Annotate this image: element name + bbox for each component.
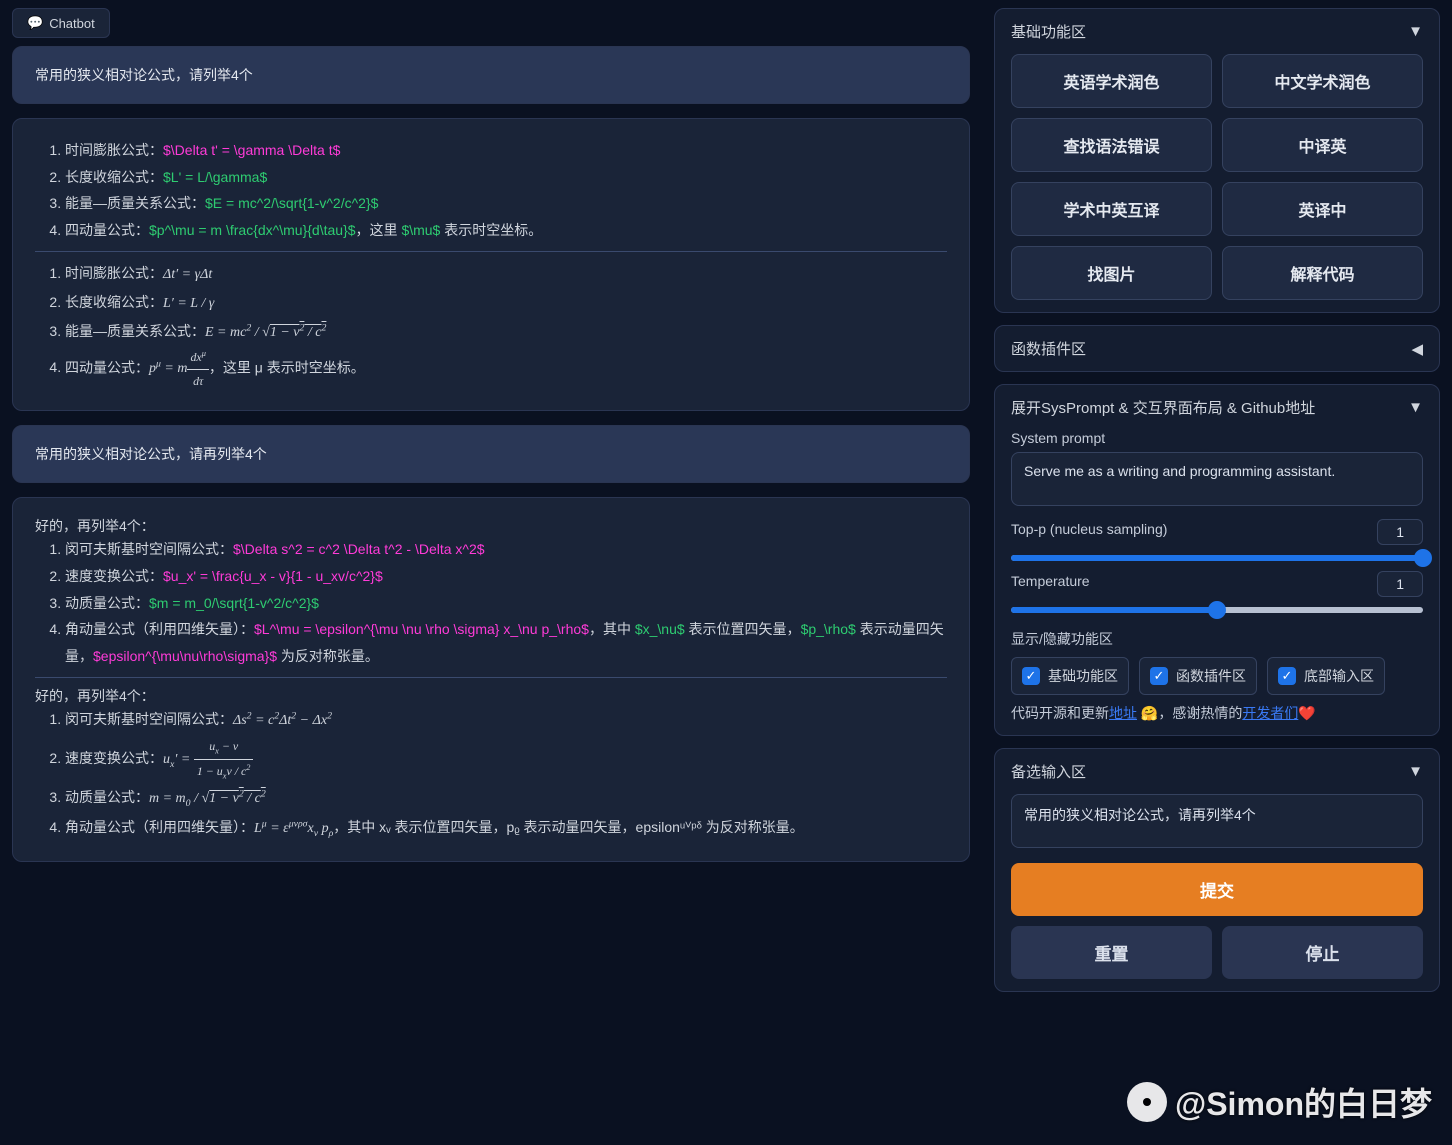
fn-en-to-zh[interactable]: 英译中 [1222, 182, 1423, 236]
check-plugin[interactable]: ✓函数插件区 [1139, 657, 1257, 695]
divider [35, 251, 947, 252]
basic-title: 基础功能区 [1011, 21, 1086, 42]
plugin-title: 函数插件区 [1011, 338, 1086, 359]
basic-header[interactable]: 基础功能区 ▼ [1011, 21, 1423, 42]
tab-label: Chatbot [49, 16, 95, 31]
check-basic[interactable]: ✓基础功能区 [1011, 657, 1129, 695]
temperature-slider: Temperature 1 [1011, 571, 1423, 613]
fn-grammar-check[interactable]: 查找语法错误 [1011, 118, 1212, 172]
footer-credits: 代码开源和更新地址 🤗，感谢热情的开发者们❤️ [1011, 703, 1423, 723]
user-message: 常用的狭义相对论公式，请再列举4个 [12, 425, 970, 483]
rendered-list: 闵可夫斯基时空间隔公式：Δs2 = c2Δt2 − Δx2 速度变换公式：ux′… [35, 706, 947, 843]
watermark: @Simon的白日梦 [1127, 1079, 1432, 1125]
basic-section: 基础功能区 ▼ 英语学术润色 中文学术润色 查找语法错误 中译英 学术中英互译 … [994, 8, 1440, 313]
submit-button[interactable]: 提交 [1011, 863, 1423, 916]
plugin-section: 函数插件区 ◀ [994, 325, 1440, 372]
user-message: 常用的狭义相对论公式，请列举4个 [12, 46, 970, 104]
checkbox-icon: ✓ [1150, 667, 1168, 685]
weibo-icon [1127, 1082, 1167, 1122]
temperature-label: Temperature [1011, 573, 1090, 589]
sysprompt-header[interactable]: 展开SysPrompt & 交互界面布局 & Github地址 ▼ [1011, 397, 1423, 418]
chevron-down-icon: ▼ [1408, 763, 1423, 780]
assistant-message: 时间膨胀公式：$\Delta t' = \gamma \Delta t$ 长度收… [12, 118, 970, 411]
checkbox-icon: ✓ [1022, 667, 1040, 685]
temperature-value[interactable]: 1 [1377, 571, 1423, 597]
fn-academic-trans[interactable]: 学术中英互译 [1011, 182, 1212, 236]
fn-chinese-polish[interactable]: 中文学术润色 [1222, 54, 1423, 108]
top-p-value[interactable]: 1 [1377, 519, 1423, 545]
chat-panel: 💬 Chatbot 常用的狭义相对论公式，请列举4个 时间膨胀公式：$\Delt… [0, 0, 982, 1145]
check-bottom-input[interactable]: ✓底部输入区 [1267, 657, 1385, 695]
chevron-down-icon: ▼ [1408, 23, 1423, 40]
system-prompt-label: System prompt [1011, 430, 1423, 446]
chat-icon: 💬 [27, 15, 43, 31]
alt-input-section: 备选输入区 ▼ 提交 重置 停止 [994, 748, 1440, 992]
user-text: 常用的狭义相对论公式，请再列举4个 [35, 446, 267, 462]
plugin-header[interactable]: 函数插件区 ◀ [1011, 338, 1423, 359]
user-text: 常用的狭义相对论公式，请列举4个 [35, 67, 253, 83]
top-p-slider: Top-p (nucleus sampling) 1 [1011, 519, 1423, 561]
repo-link[interactable]: 地址 [1109, 705, 1137, 721]
divider [35, 677, 947, 678]
toggle-checks: ✓基础功能区 ✓函数插件区 ✓底部输入区 [1011, 657, 1423, 695]
chevron-left-icon: ◀ [1411, 340, 1423, 358]
alt-input-title: 备选输入区 [1011, 761, 1086, 782]
intro: 好的，再列举4个： [35, 516, 947, 536]
checkbox-icon: ✓ [1278, 667, 1296, 685]
devs-link[interactable]: 开发者们 [1242, 705, 1298, 721]
toggles-label: 显示/隐藏功能区 [1011, 629, 1423, 649]
alt-input-header[interactable]: 备选输入区 ▼ [1011, 761, 1423, 782]
fn-find-image[interactable]: 找图片 [1011, 246, 1212, 300]
basic-buttons: 英语学术润色 中文学术润色 查找语法错误 中译英 学术中英互译 英译中 找图片 … [1011, 54, 1423, 300]
fn-zh-to-en[interactable]: 中译英 [1222, 118, 1423, 172]
raw-latex-list: 闵可夫斯基时空间隔公式：$\Delta s^2 = c^2 \Delta t^2… [35, 536, 947, 669]
sysprompt-section: 展开SysPrompt & 交互界面布局 & Github地址 ▼ System… [994, 384, 1440, 736]
assistant-message: 好的，再列举4个： 闵可夫斯基时空间隔公式：$\Delta s^2 = c^2 … [12, 497, 970, 862]
chevron-down-icon: ▼ [1408, 399, 1423, 416]
alt-input-field[interactable] [1011, 794, 1423, 848]
fn-english-polish[interactable]: 英语学术润色 [1011, 54, 1212, 108]
temperature-track[interactable] [1011, 607, 1423, 613]
top-p-label: Top-p (nucleus sampling) [1011, 521, 1167, 537]
rendered-list: 时间膨胀公式：Δt′ = γΔt 长度收缩公式：L′ = L / γ 能量—质量… [35, 260, 947, 392]
stop-button[interactable]: 停止 [1222, 926, 1423, 979]
system-prompt-input[interactable] [1011, 452, 1423, 506]
chatbot-tab[interactable]: 💬 Chatbot [12, 8, 110, 38]
sidebar: 基础功能区 ▼ 英语学术润色 中文学术润色 查找语法错误 中译英 学术中英互译 … [982, 0, 1452, 1145]
tab-bar: 💬 Chatbot [12, 8, 970, 38]
top-p-track[interactable] [1011, 555, 1423, 561]
reset-button[interactable]: 重置 [1011, 926, 1212, 979]
raw-latex-list: 时间膨胀公式：$\Delta t' = \gamma \Delta t$ 长度收… [35, 137, 947, 243]
fn-explain-code[interactable]: 解释代码 [1222, 246, 1423, 300]
rendered-intro: 好的，再列举4个： [35, 686, 947, 706]
sysprompt-title: 展开SysPrompt & 交互界面布局 & Github地址 [1011, 397, 1315, 418]
